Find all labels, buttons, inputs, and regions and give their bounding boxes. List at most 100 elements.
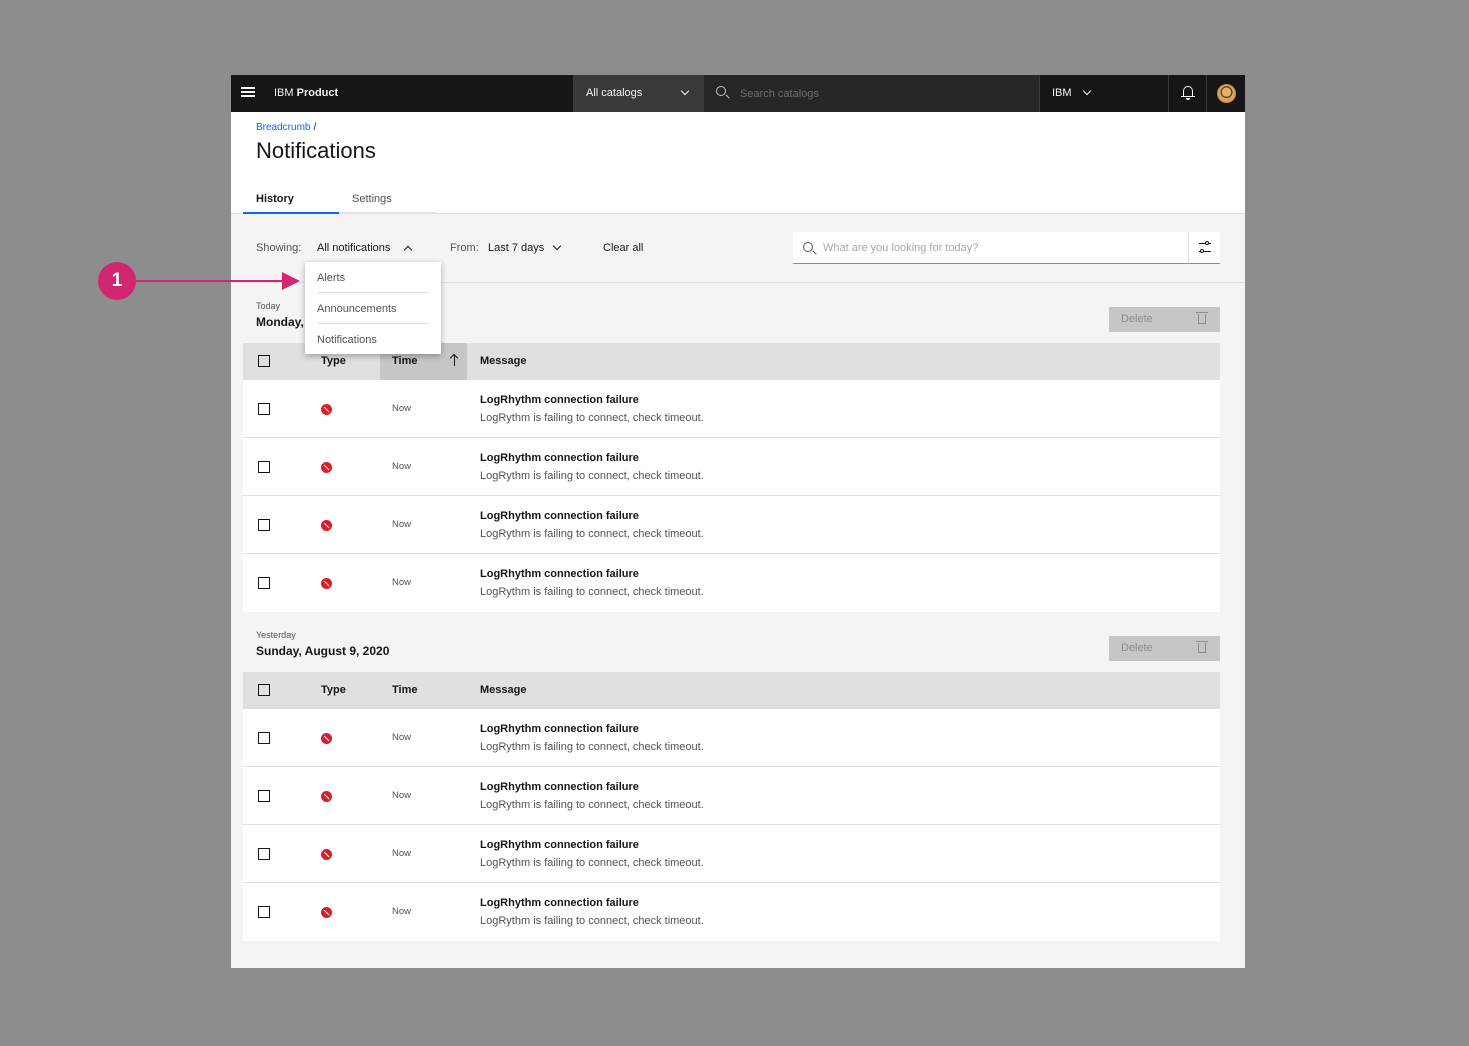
showing-label: Showing: xyxy=(256,242,302,254)
row-checkbox[interactable] xyxy=(258,519,270,531)
row-time: Now xyxy=(392,848,412,859)
notification-bell-icon[interactable] xyxy=(1169,75,1207,112)
chevron-down-icon xyxy=(1082,86,1092,96)
row-checkbox[interactable] xyxy=(258,848,270,860)
row-description: LogRythm is failing to connect, check ti… xyxy=(480,470,704,482)
notifications-table-yesterday: Type Time Message Now LogRhythm connecti… xyxy=(243,672,1220,941)
notifications-table-today: Type Time Message Now LogRhythm connecti… xyxy=(243,343,1220,612)
catalog-search xyxy=(703,75,1039,112)
row-description: LogRythm is failing to connect, check ti… xyxy=(480,915,704,927)
date-range-dropdown[interactable]: Last 7 days xyxy=(488,241,562,254)
column-header-message[interactable]: Message xyxy=(480,355,526,367)
table-header: Type Time Message xyxy=(243,672,1220,709)
row-description: LogRythm is failing to connect, check ti… xyxy=(480,412,704,424)
product-name[interactable]: IBM Product xyxy=(274,87,338,99)
showing-dropdown-menu: Alerts Announcements Notifications xyxy=(305,262,441,354)
table-row[interactable]: Now LogRhythm connection failure LogRyth… xyxy=(243,380,1220,438)
table-row[interactable]: Now LogRhythm connection failure LogRyth… xyxy=(243,554,1220,612)
catalog-dropdown-label: All catalogs xyxy=(586,87,643,99)
filter-settings-icon[interactable] xyxy=(1188,232,1220,264)
column-header-time: Time xyxy=(392,355,418,367)
row-checkbox[interactable] xyxy=(258,577,270,589)
error-icon xyxy=(321,791,332,802)
catalog-search-input[interactable] xyxy=(740,75,1030,112)
error-icon xyxy=(321,404,332,415)
menu-item-notifications[interactable]: Notifications xyxy=(305,324,441,355)
row-time: Now xyxy=(392,403,412,414)
sort-ascending-icon xyxy=(454,355,456,366)
table-row[interactable]: Now LogRhythm connection failure LogRyth… xyxy=(243,496,1220,554)
section-day-label: Today xyxy=(256,301,281,311)
table-row[interactable]: Now LogRhythm connection failure LogRyth… xyxy=(243,767,1220,825)
from-label: From: xyxy=(450,242,479,254)
top-nav: IBM Product All catalogs IBM xyxy=(231,75,1245,112)
error-icon xyxy=(321,578,332,589)
annotation-marker: 1 xyxy=(98,262,136,300)
row-title: LogRhythm connection failure xyxy=(480,394,639,406)
search-icon xyxy=(803,242,813,252)
column-header-type[interactable]: Type xyxy=(321,684,346,696)
error-icon xyxy=(321,733,332,744)
row-checkbox[interactable] xyxy=(258,906,270,918)
section-day-label: Yesterday xyxy=(256,630,296,640)
breadcrumb-separator: / xyxy=(313,122,317,133)
row-title: LogRhythm connection failure xyxy=(480,839,639,851)
hamburger-menu-icon[interactable] xyxy=(241,87,255,99)
column-header-message[interactable]: Message xyxy=(480,684,526,696)
chevron-down-icon xyxy=(680,86,690,96)
row-description: LogRythm is failing to connect, check ti… xyxy=(480,528,704,540)
notification-search-input[interactable] xyxy=(823,232,1183,263)
table-row[interactable]: Now LogRhythm connection failure LogRyth… xyxy=(243,883,1220,941)
tab-settings[interactable]: Settings xyxy=(339,184,435,214)
row-time: Now xyxy=(392,732,412,743)
search-icon xyxy=(716,86,726,96)
delete-button: Delete xyxy=(1109,636,1220,661)
error-icon xyxy=(321,520,332,531)
table-row[interactable]: Now LogRhythm connection failure LogRyth… xyxy=(243,438,1220,496)
row-checkbox[interactable] xyxy=(258,461,270,473)
row-title: LogRhythm connection failure xyxy=(480,897,639,909)
error-icon xyxy=(321,462,332,473)
date-range-value: Last 7 days xyxy=(488,242,545,254)
catalog-dropdown[interactable]: All catalogs xyxy=(573,75,703,112)
row-checkbox[interactable] xyxy=(258,732,270,744)
select-all-checkbox[interactable] xyxy=(258,355,270,367)
row-title: LogRhythm connection failure xyxy=(480,723,639,735)
row-title: LogRhythm connection failure xyxy=(480,510,639,522)
trash-icon xyxy=(1196,641,1208,653)
tab-history[interactable]: History xyxy=(243,184,339,214)
delete-button: Delete xyxy=(1109,307,1220,332)
section-date-title: Monday, xyxy=(256,315,304,329)
showing-dropdown[interactable]: All notifications xyxy=(317,242,413,255)
chevron-down-icon xyxy=(552,241,562,251)
delete-button-label: Delete xyxy=(1121,313,1153,325)
showing-dropdown-value: All notifications xyxy=(317,242,391,254)
clear-all-button[interactable]: Clear all xyxy=(603,242,643,254)
row-description: LogRythm is failing to connect, check ti… xyxy=(480,586,704,598)
row-time: Now xyxy=(392,577,412,588)
row-title: LogRhythm connection failure xyxy=(480,568,639,580)
user-avatar[interactable] xyxy=(1217,84,1236,103)
row-description: LogRythm is failing to connect, check ti… xyxy=(480,741,704,753)
row-time: Now xyxy=(392,790,412,801)
table-row[interactable]: Now LogRhythm connection failure LogRyth… xyxy=(243,709,1220,767)
menu-item-announcements[interactable]: Announcements xyxy=(305,293,441,324)
breadcrumb: Breadcrumb / xyxy=(256,122,316,133)
table-row[interactable]: Now LogRhythm connection failure LogRyth… xyxy=(243,825,1220,883)
annotation-arrow-head-icon xyxy=(282,272,300,290)
account-label: IBM xyxy=(1052,87,1072,99)
row-description: LogRythm is failing to connect, check ti… xyxy=(480,857,704,869)
row-checkbox[interactable] xyxy=(258,790,270,802)
app-frame: IBM Product All catalogs IBM Breadcrumb/… xyxy=(231,75,1245,968)
error-icon xyxy=(321,849,332,860)
notification-search xyxy=(793,232,1189,264)
error-icon xyxy=(321,907,332,918)
column-header-type[interactable]: Type xyxy=(321,355,346,367)
account-switcher[interactable]: IBM xyxy=(1039,75,1169,112)
select-all-checkbox[interactable] xyxy=(258,684,270,696)
column-header-time[interactable]: Time xyxy=(392,684,417,696)
row-checkbox[interactable] xyxy=(258,403,270,415)
breadcrumb-link[interactable]: Breadcrumb xyxy=(256,122,310,133)
delete-button-label: Delete xyxy=(1121,642,1153,654)
menu-item-alerts[interactable]: Alerts xyxy=(305,262,441,293)
